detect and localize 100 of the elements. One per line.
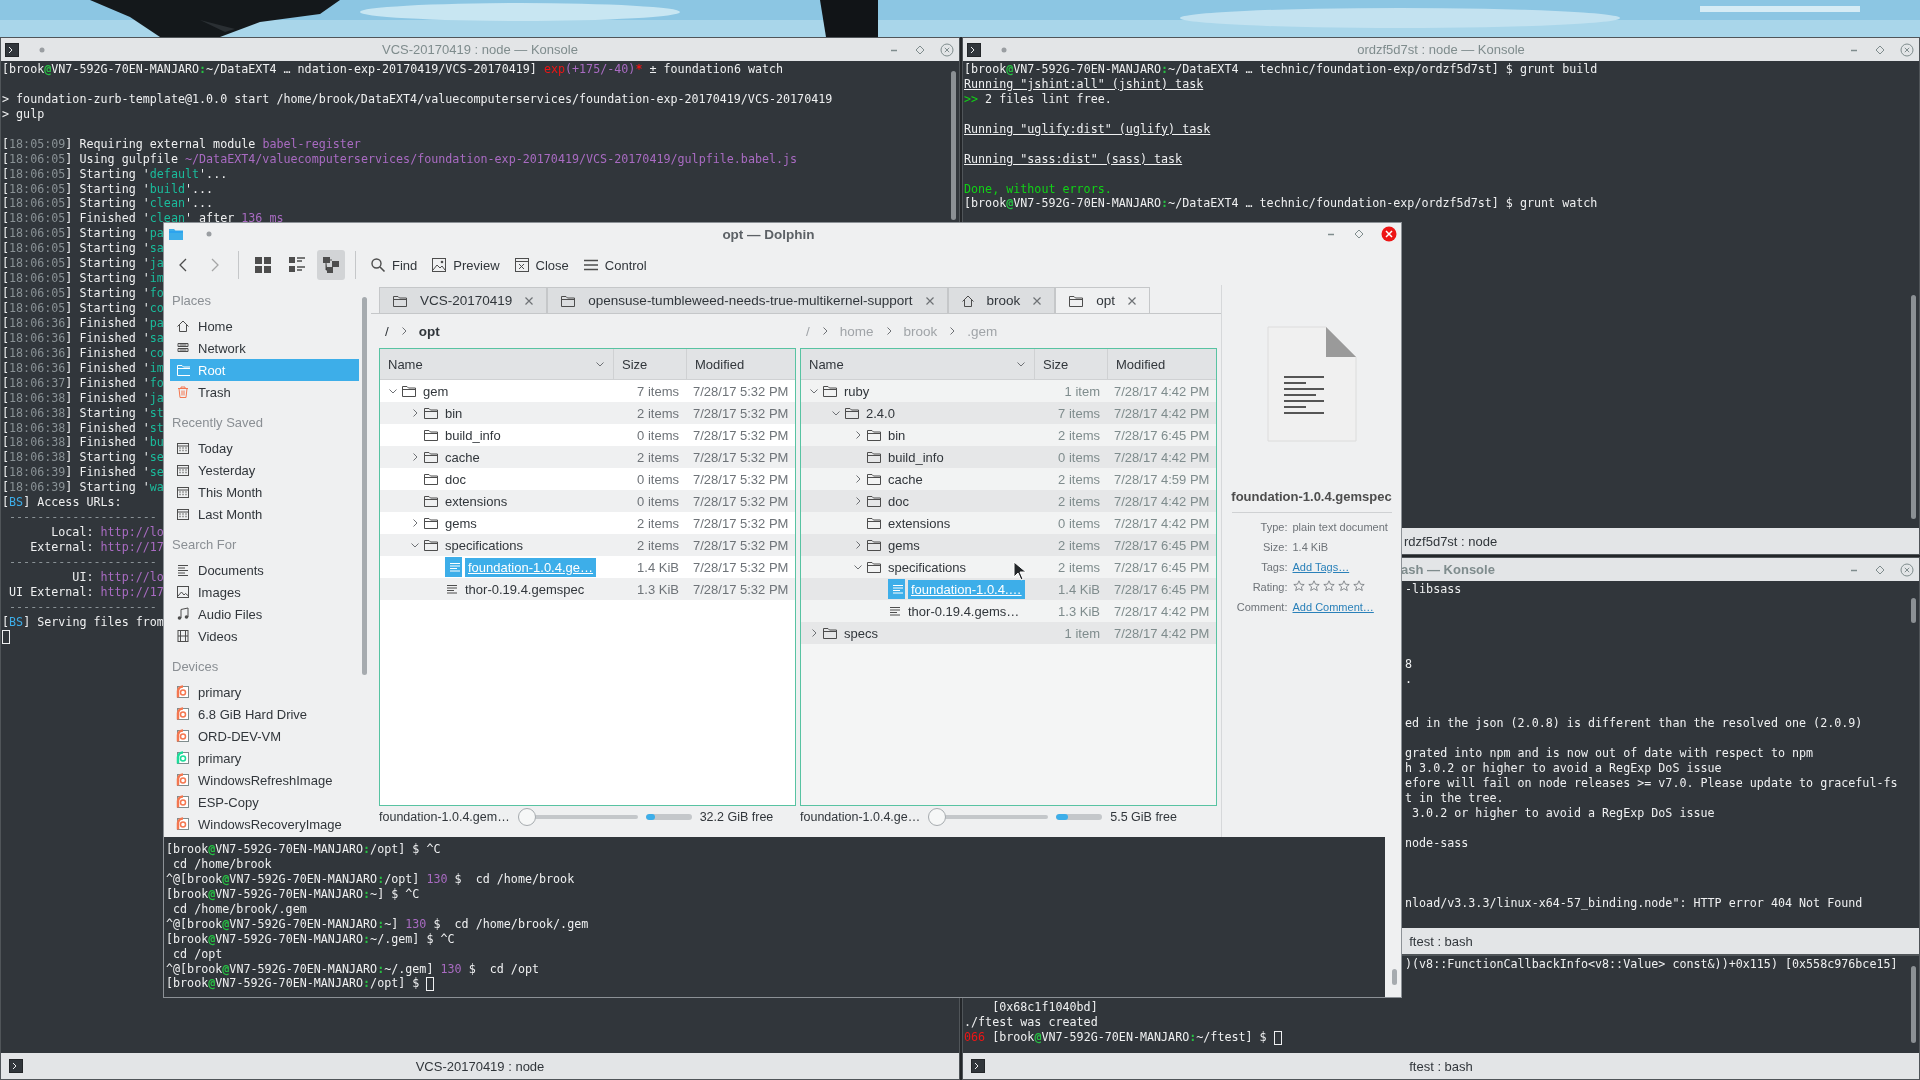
toolbar-button[interactable]: Preview (427, 250, 504, 280)
file-row[interactable]: doc 2 items 7/28/17 4:42 PM (801, 490, 1216, 512)
file-row[interactable]: thor-0.19.4.gemspec 1.3 KiB 7/28/17 5:32 PM (380, 578, 795, 600)
maximize-icon[interactable] (914, 43, 926, 56)
file-row[interactable]: gem 7 items 7/28/17 5:32 PM (380, 380, 795, 402)
expand-icon[interactable] (853, 540, 863, 550)
zoom-slider[interactable] (517, 808, 638, 826)
places-item[interactable]: primary (170, 681, 359, 703)
places-item[interactable]: Home (170, 315, 359, 337)
places-item[interactable]: Yesterday (170, 459, 359, 481)
places-item[interactable]: WindowsRecoveryImage (170, 813, 359, 835)
expand-icon[interactable] (831, 408, 841, 418)
file-row[interactable]: gems 2 items 7/28/17 6:45 PM (801, 534, 1216, 556)
toolbar-button[interactable]: Control (578, 250, 651, 280)
file-name: extensions (444, 492, 509, 511)
places-item[interactable]: ORD-DEV-VM (170, 725, 359, 747)
file-row[interactable]: build_info 0 items 7/28/17 4:42 PM (801, 446, 1216, 468)
expand-icon[interactable] (809, 386, 819, 396)
scrollbar-thumb[interactable] (1911, 598, 1916, 623)
column-header[interactable]: Modified (687, 349, 795, 379)
tab[interactable]: brook (947, 287, 1056, 313)
expand-icon[interactable] (388, 386, 398, 396)
file-row[interactable]: foundation-1.0.4.ge… 1.4 KiB 7/28/17 5:32 PM (380, 556, 795, 578)
rating-stars[interactable] (1292, 580, 1365, 592)
expand-icon[interactable] (809, 628, 819, 638)
places-item[interactable]: 6.8 GiB Hard Drive (170, 703, 359, 725)
breadcrumb-item[interactable]: / (385, 323, 389, 339)
session-tab[interactable]: ftest : bash (1409, 933, 1473, 949)
file-row[interactable]: build_info 0 items 7/28/17 5:32 PM (380, 424, 795, 446)
places-item[interactable]: Trash (170, 381, 359, 403)
file-row[interactable]: 2.4.0 7 items 7/28/17 4:42 PM (801, 402, 1216, 424)
toolbar-button[interactable]: Close (509, 250, 573, 280)
link[interactable]: Add Tags… (1292, 561, 1350, 573)
pointer-icon (1013, 561, 1027, 581)
file-row[interactable]: extensions 0 items 7/28/17 5:32 PM (380, 490, 795, 512)
column-header[interactable]: Modified (1108, 349, 1216, 379)
file-row[interactable]: bin 2 items 7/28/17 5:32 PM (380, 402, 795, 424)
link[interactable]: Add Comment… (1292, 601, 1374, 613)
breadcrumb-item[interactable]: opt (418, 323, 440, 339)
maximize-icon[interactable] (1874, 43, 1886, 56)
session-tab[interactable]: rdzf5d7st : node (1404, 533, 1498, 549)
places-item[interactable]: This Month (170, 481, 359, 503)
expand-icon[interactable] (853, 430, 863, 440)
expand-icon[interactable] (410, 540, 420, 550)
modified-cell-text: 7/28/17 5:32 PM (692, 581, 790, 597)
expand-icon[interactable] (853, 474, 863, 484)
terminal-cursor (1273, 1030, 1282, 1045)
tab[interactable]: VCS-20170419 (379, 287, 548, 313)
expand-icon[interactable] (853, 562, 863, 572)
places-item[interactable]: primary (170, 747, 359, 769)
places-item[interactable]: Today (170, 437, 359, 459)
close-icon[interactable] (1900, 42, 1914, 57)
column-header[interactable]: Name (380, 349, 614, 379)
column-header[interactable]: Name (801, 349, 1035, 379)
close-icon[interactable] (1032, 295, 1043, 306)
places-item[interactable]: Last Month (170, 503, 359, 525)
places-item[interactable]: WindowsRefreshImage (170, 769, 359, 791)
expand-icon[interactable] (410, 452, 420, 462)
zoom-slider[interactable] (928, 808, 1049, 826)
expand-icon[interactable] (410, 518, 420, 528)
file-row[interactable]: gems 2 items 7/28/17 5:32 PM (380, 512, 795, 534)
file-row[interactable]: doc 0 items 7/28/17 5:32 PM (380, 468, 795, 490)
file-row[interactable]: specifications 2 items 7/28/17 5:32 PM (380, 534, 795, 556)
close-icon[interactable] (924, 295, 935, 306)
tab[interactable]: opt (1055, 287, 1151, 313)
scrollbar-thumb[interactable] (362, 297, 367, 675)
close-icon[interactable] (1127, 295, 1138, 306)
maximize-icon[interactable] (1874, 563, 1886, 576)
slider-thumb[interactable] (517, 808, 536, 826)
column-header[interactable]: Size (1035, 349, 1108, 379)
slider-thumb[interactable] (928, 808, 947, 826)
section-heading: Devices (172, 658, 219, 674)
star-icon (1337, 580, 1350, 592)
scrollbar-thumb[interactable] (951, 70, 956, 220)
places-item[interactable]: ESP-Copy (170, 791, 359, 813)
session-tab[interactable]: ftest : bash (1409, 1058, 1473, 1074)
scrollbar-thumb[interactable] (1911, 965, 1916, 1044)
maximize-icon[interactable] (1353, 228, 1365, 240)
column-header[interactable]: Size (614, 349, 687, 379)
close-icon[interactable] (1381, 226, 1397, 242)
toolbar-button[interactable]: Find (366, 250, 422, 280)
terminal-cursor (2, 630, 10, 645)
scrollbar-thumb[interactable] (1392, 969, 1397, 985)
close-icon[interactable] (524, 295, 535, 306)
places-item[interactable]: Network (170, 337, 359, 359)
close-icon[interactable] (1900, 562, 1914, 577)
close-icon[interactable] (940, 42, 954, 57)
tab[interactable]: opensuse-tumbleweed-needs-true-multikernel-support (547, 287, 948, 313)
file-row[interactable]: specs 1 item 7/28/17 4:42 PM (801, 622, 1216, 644)
scrollbar-thumb[interactable] (1911, 294, 1916, 519)
view-mode-button[interactable] (317, 250, 345, 280)
places-item[interactable]: Audio Files (170, 603, 359, 625)
places-item[interactable]: Documents (170, 559, 359, 581)
places-item[interactable]: Images (170, 581, 359, 603)
expand-icon[interactable] (853, 496, 863, 506)
expand-icon[interactable] (410, 408, 420, 418)
session-tab[interactable]: VCS-20170419 : node (415, 1058, 545, 1074)
file-name: doc (887, 492, 910, 511)
file-row[interactable]: cache 2 items 7/28/17 5:32 PM (380, 446, 795, 468)
places-item[interactable]: Videos (170, 625, 359, 647)
